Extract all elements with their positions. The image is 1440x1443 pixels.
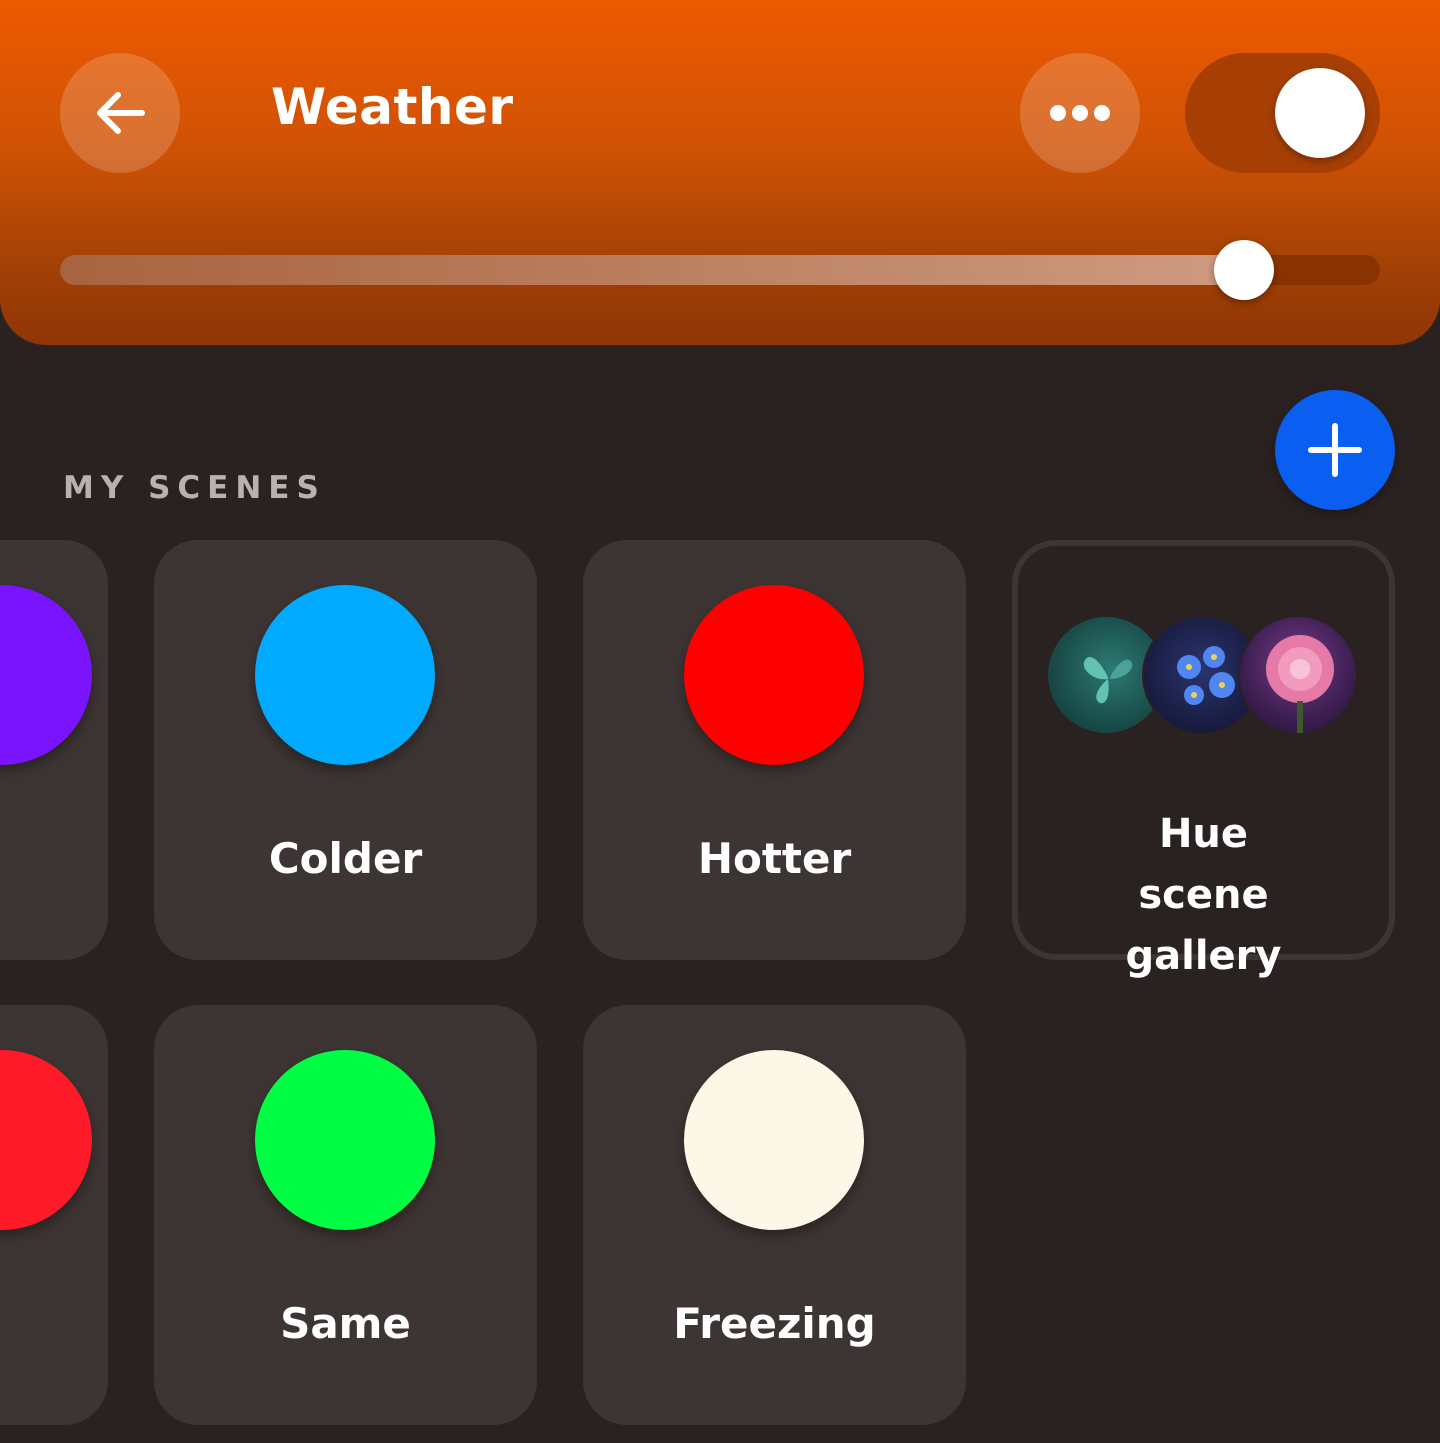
scene-card-partial[interactable] (0, 540, 108, 960)
plus-icon (1308, 423, 1362, 477)
brightness-slider-thumb[interactable] (1214, 240, 1275, 300)
add-scene-button[interactable] (1275, 390, 1395, 510)
scene-color-swatch (255, 1050, 435, 1230)
toggle-knob (1275, 68, 1365, 158)
scene-gallery-card[interactable]: Hue scene gallery (1012, 540, 1395, 979)
back-button[interactable] (60, 53, 180, 173)
scene-color-swatch (684, 585, 864, 765)
scene-label: Same (280, 1299, 411, 1348)
light-detail-screen: Weather MY SCENES Colder Hotter Same Fre… (0, 0, 1440, 1443)
scene-card-partial[interactable] (0, 1005, 108, 1425)
power-toggle[interactable] (1185, 53, 1380, 173)
more-dots-icon (1050, 105, 1110, 121)
dahlia-image (1238, 615, 1358, 735)
scene-color-swatch (0, 1050, 92, 1230)
scene-card-same[interactable]: Same (154, 1005, 537, 1425)
scene-card-hotter[interactable]: Hotter (583, 540, 966, 960)
scene-label: Hotter (697, 834, 852, 883)
light-header: Weather (0, 0, 1440, 345)
scene-label: Colder (268, 834, 423, 883)
more-options-button[interactable] (1020, 53, 1140, 173)
section-title: MY SCENES (63, 470, 326, 506)
brightness-slider[interactable] (60, 255, 1380, 285)
scene-color-swatch (684, 1050, 864, 1230)
scene-color-swatch (0, 585, 92, 765)
scene-card-freezing[interactable]: Freezing (583, 1005, 966, 1425)
gallery-label: Hue scene gallery (1125, 811, 1282, 979)
scene-label: Freezing (673, 1299, 876, 1348)
scene-color-swatch (255, 585, 435, 765)
brightness-fill (60, 255, 1245, 285)
page-title: Weather (271, 78, 514, 136)
arrow-left-icon (97, 92, 145, 134)
scene-card-colder[interactable]: Colder (154, 540, 537, 960)
